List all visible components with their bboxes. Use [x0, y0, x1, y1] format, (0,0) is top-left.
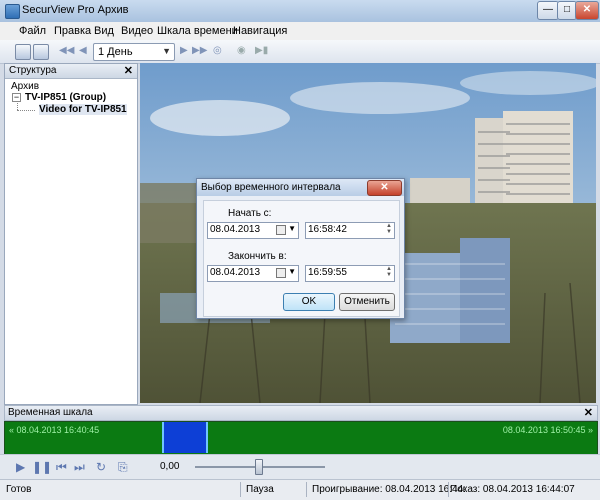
record-icon[interactable]: ◉	[237, 45, 246, 56]
minimize-button[interactable]: —	[537, 1, 559, 20]
title-bar: SecurView Pro Архив — □ ✕	[0, 0, 600, 23]
structure-toggle-icon[interactable]	[15, 44, 31, 60]
status-pause: Пауза	[246, 484, 274, 495]
step-forward-icon[interactable]: ▶	[180, 45, 188, 56]
menu-navigation[interactable]: Навигация	[233, 25, 287, 37]
menu-view[interactable]: Вид	[94, 25, 114, 37]
status-divider	[306, 482, 307, 497]
step-back-icon[interactable]: ◀	[79, 45, 87, 56]
maximize-button[interactable]: □	[557, 1, 577, 20]
speed-slider-thumb[interactable]	[255, 459, 263, 475]
status-playing: Проигрывание: 08.04.2013 16:44:	[312, 484, 466, 495]
interval-group: Начать с: 08.04.2013 ▼ 16:58:42 ▲ ▼ Закон…	[203, 200, 400, 317]
end-date-value: 08.04.2013	[210, 267, 261, 278]
ok-button[interactable]: OK	[283, 293, 335, 311]
start-date-field[interactable]: 08.04.2013 ▼	[207, 222, 299, 239]
close-button[interactable]: ✕	[575, 1, 599, 20]
chevron-down-icon[interactable]: ▼	[288, 267, 296, 276]
start-label: Начать с:	[228, 208, 272, 219]
tree-group[interactable]: TV-IP851 (Group)	[25, 92, 106, 103]
speed-value: 0,00	[160, 461, 180, 472]
structure-title: Структура	[9, 65, 57, 76]
timeline-start-label[interactable]: « 08.04.2013 16:40:45	[9, 425, 99, 435]
close-icon[interactable]: ✕	[584, 406, 593, 419]
menu-bar: Файл Правка Вид Видео Шкала времени Нави…	[0, 22, 600, 41]
chevron-down-icon[interactable]: ▼	[288, 224, 296, 233]
dialog-close-button[interactable]: ✕	[367, 180, 402, 196]
menu-timeline[interactable]: Шкала времени	[157, 25, 238, 37]
timeline-title: Временная шкала	[8, 407, 93, 418]
play-range-icon[interactable]: ▶▮	[255, 45, 268, 56]
calendar-icon[interactable]	[276, 225, 286, 235]
time-interval-dialog: Выбор временного интервала ✕ Начать с: 0…	[196, 178, 405, 319]
time-spinner-icon[interactable]: ▲ ▼	[385, 223, 393, 236]
structure-header: Структура ✕	[5, 64, 137, 79]
export-icon[interactable]: ⎘	[118, 460, 128, 475]
play-icon[interactable]: ▶	[16, 460, 25, 474]
status-bar: Готов Пауза Проигрывание: 08.04.2013 16:…	[0, 479, 600, 500]
tree-line	[17, 110, 35, 112]
tree-line	[17, 101, 19, 110]
cancel-button[interactable]: Отменить	[339, 293, 395, 311]
timeline-bar[interactable]: « 08.04.2013 16:40:45 08.04.2013 16:50:4…	[4, 421, 598, 455]
tree-item-selected[interactable]: Video for TV-IP851	[39, 104, 127, 115]
status-divider	[240, 482, 241, 497]
skip-end-icon[interactable]: ▶▶	[192, 45, 207, 56]
status-divider	[448, 482, 449, 497]
end-date-field[interactable]: 08.04.2013 ▼	[207, 265, 299, 282]
skip-start-icon[interactable]: ◀◀	[59, 45, 74, 56]
app-icon	[5, 4, 20, 19]
day-range-select[interactable]: 1 День ▼	[93, 43, 175, 61]
timeline-header: Временная шкала ✕	[4, 405, 598, 421]
toolbar: ◀◀ ◀ 1 День ▼ ▶ ▶▶ ◎ ◉ ▶▮	[0, 40, 600, 64]
time-spinner-icon[interactable]: ▲ ▼	[385, 266, 393, 279]
sync-icon[interactable]: ◎	[213, 45, 222, 56]
close-icon[interactable]: ✕	[124, 64, 133, 77]
start-time-field[interactable]: 16:58:42 ▲ ▼	[305, 222, 395, 239]
tree-root[interactable]: Архив	[11, 81, 39, 92]
dialog-title: Выбор временного интервала	[201, 182, 341, 193]
end-time-value: 16:59:55	[308, 267, 347, 278]
dialog-title-bar: Выбор временного интервала ✕	[197, 179, 404, 196]
timeline-selection[interactable]	[162, 422, 208, 453]
playback-controls: ▶ ❚❚ ⏮ ⏭ ↻ ⎘ 0,00	[0, 454, 600, 479]
window-title: SecurView Pro Архив	[22, 4, 129, 16]
chevron-down-icon: ▼	[162, 46, 171, 56]
structure-panel: Структура ✕ Архив − TV-IP851 (Group) Vid…	[4, 63, 138, 405]
refresh-icon[interactable]: ↻	[96, 460, 106, 474]
start-time-value: 16:58:42	[308, 224, 347, 235]
menu-video[interactable]: Видео	[121, 25, 153, 37]
status-ready: Готов	[6, 484, 32, 495]
skip-back-icon[interactable]: ⏮	[56, 460, 67, 475]
end-time-field[interactable]: 16:59:55 ▲ ▼	[305, 265, 395, 282]
timeline-end-label[interactable]: 08.04.2013 16:50:45 »	[503, 425, 593, 435]
menu-edit[interactable]: Правка	[54, 25, 91, 37]
calendar-icon[interactable]	[276, 268, 286, 278]
pause-icon[interactable]: ❚❚	[32, 460, 52, 474]
menu-file[interactable]: Файл	[19, 25, 46, 37]
end-label: Закончить в:	[228, 251, 287, 262]
start-date-value: 08.04.2013	[210, 224, 261, 235]
status-showing: Показ: 08.04.2013 16:44:07	[450, 484, 575, 495]
day-range-value: 1 День	[98, 46, 133, 58]
skip-forward-icon[interactable]: ⏭	[74, 460, 85, 475]
search-toggle-icon[interactable]	[33, 44, 49, 60]
